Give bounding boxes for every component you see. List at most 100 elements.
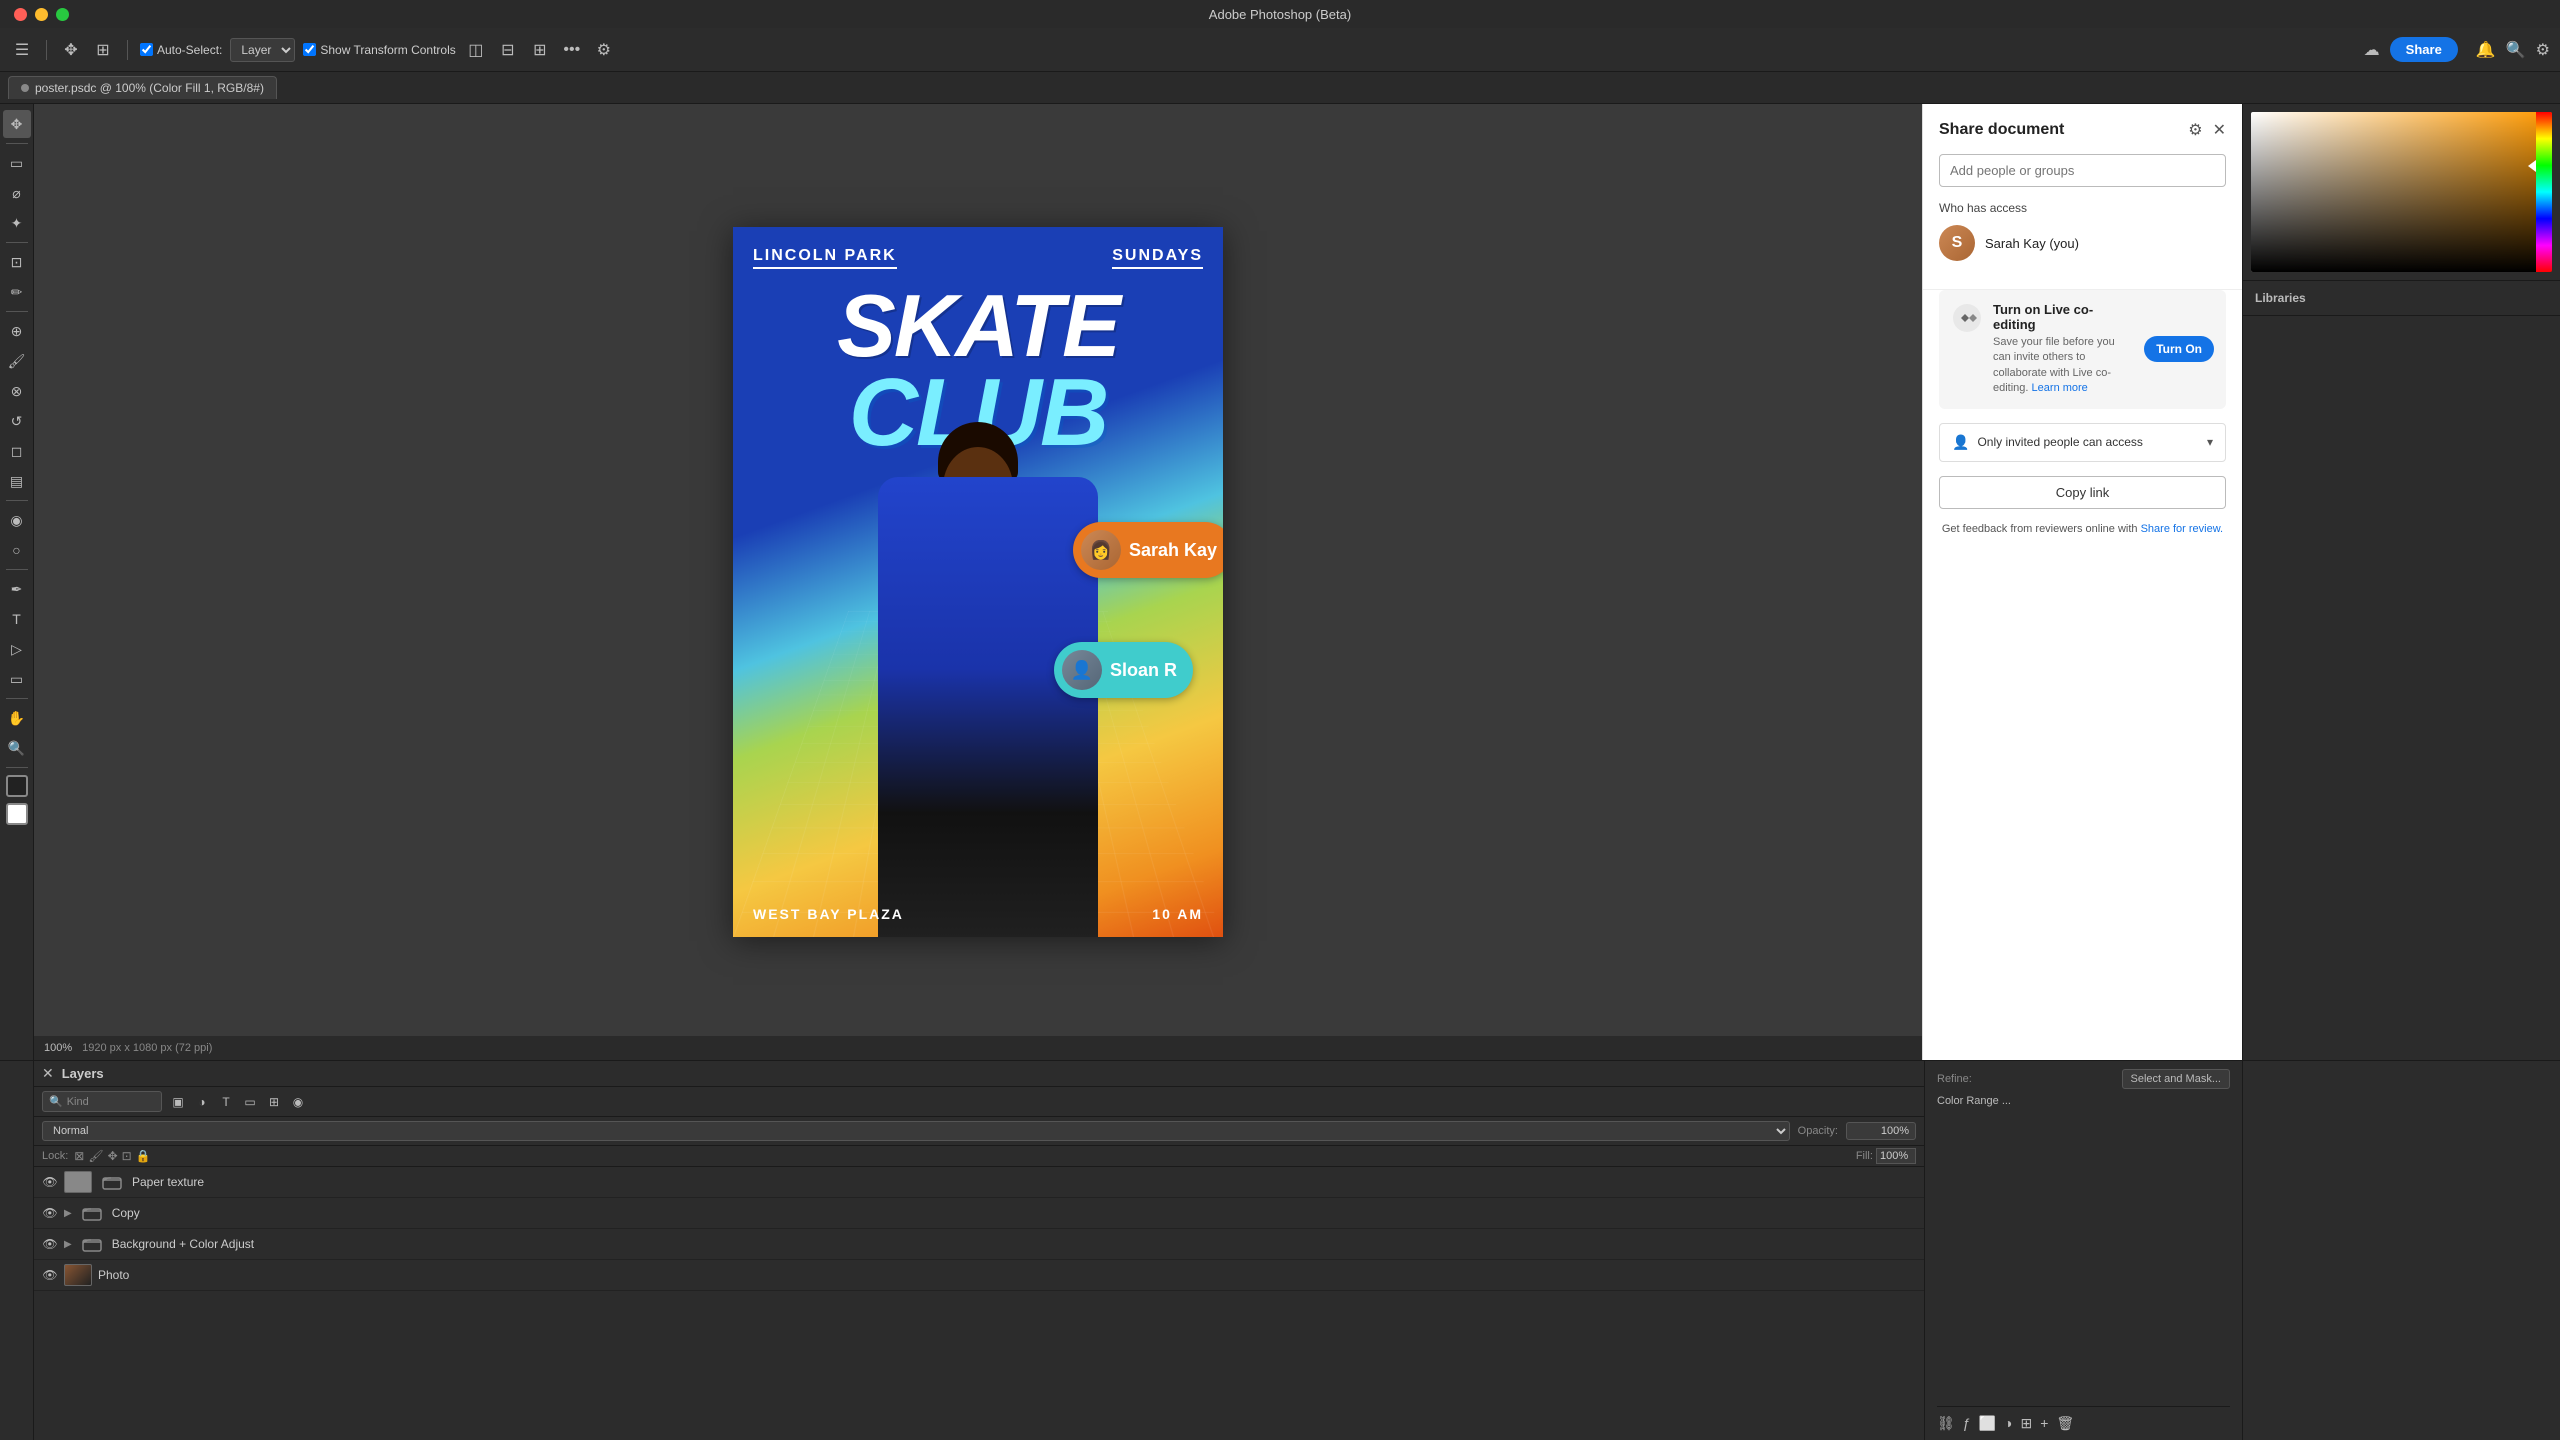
align-left-icon[interactable]: ◫ — [464, 38, 488, 62]
far-right-bottom — [2242, 1061, 2560, 1440]
lock-position-icon[interactable]: ✥ — [108, 1149, 118, 1163]
expand-icon[interactable]: ▶ — [64, 1208, 72, 1219]
access-control-dropdown[interactable]: 👤 Only invited people can access ▾ — [1939, 423, 2226, 462]
fill-adjust-icon[interactable]: ◑ — [2004, 1415, 2012, 1432]
opacity-input[interactable] — [1846, 1122, 1916, 1140]
turn-on-button[interactable]: Turn On — [2144, 336, 2214, 362]
move-tool[interactable]: ✥ — [3, 110, 31, 138]
left-toolbar: ✥ ▭ ⌀ ✦ ⊡ ✏ ⊕ 🖌 ⊗ ↺ ◻ ▤ ◉ ○ ✒ T ▷ ▭ ✋ 🔍 — [0, 104, 34, 1060]
hue-strip[interactable] — [2536, 112, 2552, 272]
lock-image-icon[interactable]: 🖌 — [88, 1149, 103, 1163]
adjust-filter-icon[interactable]: ◑ — [192, 1092, 212, 1112]
close-panel-icon[interactable]: ✕ — [2213, 120, 2226, 140]
gradient-tool[interactable]: ▤ — [3, 467, 31, 495]
healing-tool[interactable]: ⊕ — [3, 317, 31, 345]
lasso-tool[interactable]: ⌀ — [3, 179, 31, 207]
layer-item[interactable]: 👁 ▶ Copy — [34, 1198, 1924, 1229]
artboard-icon[interactable]: ⊞ — [91, 38, 115, 62]
share-button[interactable]: Share — [2390, 37, 2458, 62]
auto-select-checkbox[interactable] — [140, 43, 153, 56]
fill-input[interactable] — [1876, 1148, 1916, 1164]
auto-select-label: Auto-Select: — [140, 43, 222, 57]
mask-icon[interactable]: ⬜ — [1979, 1415, 1996, 1432]
share-for-review-link[interactable]: Share for review. — [2141, 523, 2224, 535]
layer-item[interactable]: 👁 Paper texture — [34, 1167, 1924, 1198]
path-select-tool[interactable]: ▷ — [3, 635, 31, 663]
preferences-icon[interactable]: ⚙ — [2536, 40, 2550, 60]
layer-style-icon[interactable]: ƒ — [1963, 1415, 1971, 1432]
crop-tool[interactable]: ⊡ — [3, 248, 31, 276]
new-layer-icon[interactable]: + — [2040, 1415, 2048, 1432]
link-layers-icon[interactable]: ⛓ — [1937, 1415, 1955, 1432]
add-people-input[interactable] — [1939, 154, 2226, 187]
zoom-tool[interactable]: 🔍 — [3, 734, 31, 762]
menu-icon[interactable]: ☰ — [10, 38, 34, 62]
eye-icon[interactable]: 👁 — [42, 1267, 58, 1283]
hand-tool[interactable]: ✋ — [3, 704, 31, 732]
eyedropper-tool[interactable]: ✏ — [3, 278, 31, 306]
canvas-dimensions: 1920 px x 1080 px (72 ppi) — [82, 1042, 212, 1054]
layers-close-icon[interactable]: ✕ — [42, 1065, 54, 1082]
history-brush-tool[interactable]: ↺ — [3, 407, 31, 435]
type-tool[interactable]: T — [3, 605, 31, 633]
shape-tool[interactable]: ▭ — [3, 665, 31, 693]
lock-all-icon[interactable]: 🔒 — [136, 1149, 151, 1163]
traffic-lights[interactable] — [14, 8, 69, 21]
layer-name: Copy — [112, 1206, 1916, 1220]
layer-item[interactable]: 👁 ▶ Background + Color Adjust — [34, 1229, 1924, 1260]
magic-wand-tool[interactable]: ✦ — [3, 209, 31, 237]
eye-icon[interactable]: 👁 — [42, 1205, 58, 1221]
blend-mode-select[interactable]: Normal — [42, 1121, 1790, 1141]
filter-toggle-icon[interactable]: ◉ — [288, 1092, 308, 1112]
minimize-button[interactable] — [35, 8, 48, 21]
share-panel-actions: ⚙ ✕ — [2188, 120, 2226, 140]
type-filter-icon[interactable]: T — [216, 1092, 236, 1112]
select-tool[interactable]: ▭ — [3, 149, 31, 177]
share-panel-title: Share document — [1939, 121, 2064, 139]
search-icon[interactable]: 🔍 — [2506, 40, 2526, 60]
canvas-area[interactable]: LINCOLN PARK SUNDAYS SKATE CLUB WEST BAY… — [34, 104, 1922, 1060]
foreground-color[interactable] — [6, 775, 28, 797]
layers-toolbar: 🔍 Kind ▣ ◑ T ▭ ⊞ ◉ — [34, 1087, 1924, 1117]
color-picker-area[interactable] — [2251, 112, 2552, 272]
co-editing-title: Turn on Live co-editing — [1993, 302, 2134, 332]
active-tab[interactable]: poster.psdc @ 100% (Color Fill 1, RGB/8#… — [8, 76, 277, 99]
color-range-text[interactable]: Color Range ... — [1937, 1095, 2011, 1107]
layer-select[interactable]: Layer — [230, 38, 295, 62]
delete-layer-icon[interactable]: 🗑 — [2056, 1415, 2074, 1432]
cloud-icon[interactable]: ☁ — [2364, 40, 2380, 60]
dodge-tool[interactable]: ○ — [3, 536, 31, 564]
background-color[interactable] — [6, 803, 28, 825]
align-center-icon[interactable]: ⊟ — [496, 38, 520, 62]
show-transform-checkbox[interactable] — [303, 43, 316, 56]
fullscreen-button[interactable] — [56, 8, 69, 21]
group-icon[interactable]: ⊞ — [2020, 1415, 2032, 1432]
settings-panel-icon[interactable]: ⚙ — [2188, 120, 2202, 140]
layer-item[interactable]: 👁 Photo — [34, 1260, 1924, 1291]
settings-icon[interactable]: ⚙ — [592, 38, 616, 62]
eye-icon[interactable]: 👁 — [42, 1236, 58, 1252]
eraser-tool[interactable]: ◻ — [3, 437, 31, 465]
expand-icon[interactable]: ▶ — [64, 1239, 72, 1250]
learn-more-link[interactable]: Learn more — [2032, 382, 2088, 394]
eye-icon[interactable]: 👁 — [42, 1174, 58, 1190]
pixel-filter-icon[interactable]: ▣ — [168, 1092, 188, 1112]
smart-filter-icon[interactable]: ⊞ — [264, 1092, 284, 1112]
align-right-icon[interactable]: ⊞ — [528, 38, 552, 62]
select-mask-button[interactable]: Select and Mask... — [2122, 1069, 2231, 1089]
clone-stamp-tool[interactable]: ⊗ — [3, 377, 31, 405]
copy-link-button[interactable]: Copy link — [1939, 476, 2226, 509]
more-options-icon[interactable]: ••• — [560, 38, 584, 62]
pen-tool[interactable]: ✒ — [3, 575, 31, 603]
blur-tool[interactable]: ◉ — [3, 506, 31, 534]
layers-search-bar[interactable]: 🔍 Kind — [42, 1091, 162, 1112]
brush-tool[interactable]: 🖌 — [3, 347, 31, 375]
layers-title: Layers — [62, 1066, 104, 1081]
notification-icon[interactable]: 🔔 — [2476, 40, 2496, 60]
lock-artboard-icon[interactable]: ⊡ — [122, 1149, 132, 1163]
move-tool-icon[interactable]: ✥ — [59, 38, 83, 62]
hue-indicator — [2528, 160, 2536, 172]
shape-filter-icon[interactable]: ▭ — [240, 1092, 260, 1112]
close-button[interactable] — [14, 8, 27, 21]
lock-transparent-icon[interactable]: ⊠ — [74, 1149, 84, 1163]
